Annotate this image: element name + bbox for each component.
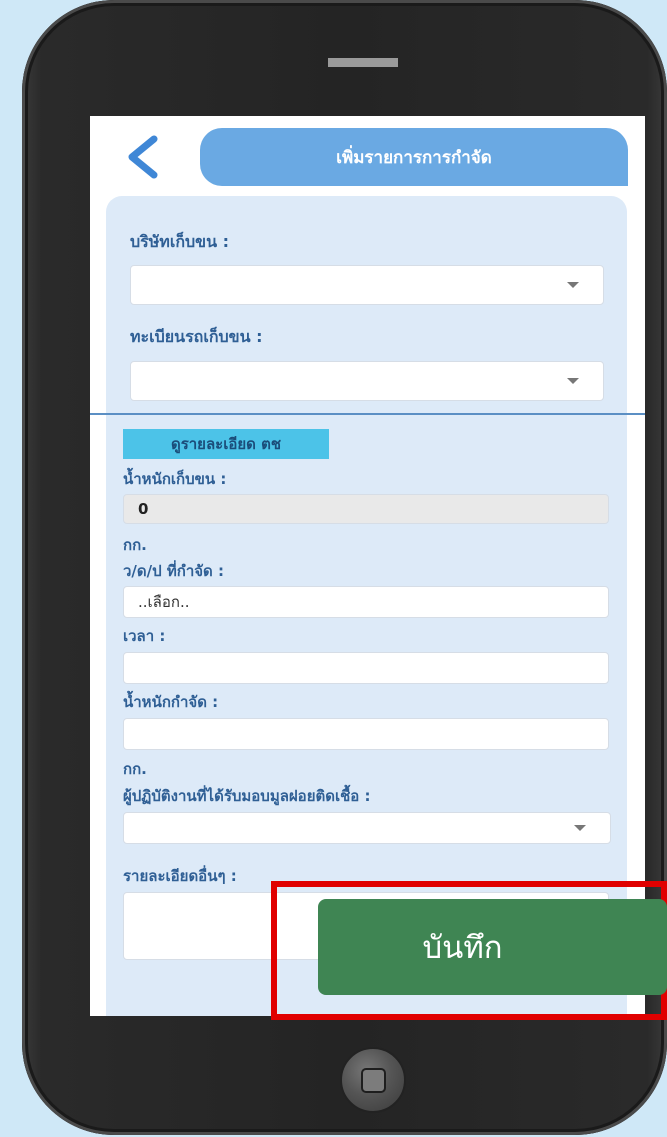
caret-down-icon [567,282,579,288]
time-label: เวลา : [123,627,166,645]
chevron-left-icon[interactable] [124,135,164,179]
collect-weight-label: น้ำหนักเก็บขน : [123,470,227,488]
caret-down-icon [567,378,579,384]
view-detail-button[interactable]: ดูรายละเอียด ตช [123,429,329,459]
date-label: ว/ด/ป ที่กำจัด : [123,562,225,580]
page-title: เพิ่มรายการการกำจัด [200,128,628,186]
officer-select[interactable] [123,812,611,844]
notes-label: รายละเอียดอื่นๆ : [123,867,237,885]
collect-weight-field: 0 [123,494,609,524]
date-picker[interactable]: ..เลือก.. [123,586,609,618]
save-button[interactable]: บันทึก [318,899,667,995]
caret-down-icon [574,825,586,831]
home-button[interactable] [340,1047,406,1113]
plate-label: ทะเบียนรถเก็บขน : [130,327,263,346]
officer-label: ผู้ปฏิบัติงานที่ได้รับมอบมูลฝอยติดเชื้อ … [123,787,371,805]
company-select[interactable] [130,265,604,305]
dispose-weight-label: น้ำหนักกำจัด : [123,693,219,711]
dispose-weight-unit: กก. [123,760,147,778]
dispose-weight-field[interactable] [123,718,609,750]
divider-line [90,413,645,415]
collect-weight-unit: กก. [123,536,147,554]
time-field[interactable] [123,652,609,684]
home-square-icon [361,1068,386,1093]
company-label: บริษัทเก็บขน : [130,232,229,251]
phone-speaker [328,58,398,67]
plate-select[interactable] [130,361,604,401]
